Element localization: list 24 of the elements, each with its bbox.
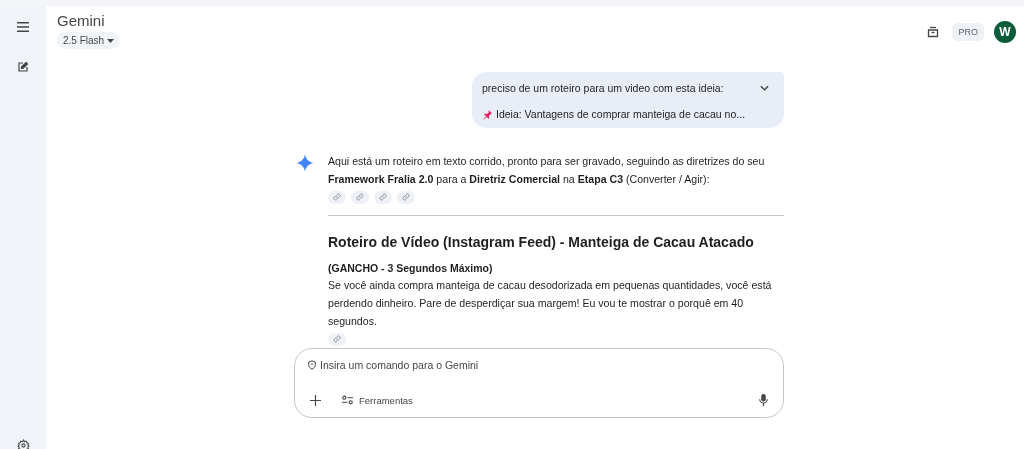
response-intro: Aqui está um roteiro em texto corrido, pronto para ser gravado, seguindo as diretrizes do seu Framework Fralia 2.0 para a Diretriz Comercial na Etapa C3 (Converter / Agir): [328, 155, 765, 185]
link-icon [356, 193, 364, 201]
plan-badge: PRO [952, 23, 984, 41]
message-text: preciso de um roteiro para um video com esta ideia: [482, 82, 725, 94]
menu-icon[interactable] [14, 19, 32, 35]
tools-button[interactable]: Ferramentas [338, 392, 417, 408]
model-selector[interactable]: 2.5 Flash [57, 32, 121, 49]
section-title: (GANCHO - 3 Segundos Máximo) [328, 261, 494, 276]
sparkle-icon [296, 154, 314, 172]
message-text: Ideia: Vantagens de comprar manteiga de cacau no... [496, 108, 747, 120]
section-text: Se você ainda compra manteiga de cacau desodorizada em pequenas quantidades, você está perdendo dinheiro. Pare de desperdiçar sua margem! Eu vou te mostrar o porquê em 40 segundos. [328, 279, 772, 327]
link-icon [333, 335, 341, 343]
prompt-box[interactable]: Insira um comando para o Gemini Ferramentas [294, 348, 784, 418]
user-avatar[interactable]: W [994, 21, 1016, 43]
link-icon [333, 193, 341, 201]
caret-icon [107, 38, 115, 43]
microphone-icon[interactable] [756, 391, 771, 409]
pushpin-icon [482, 108, 493, 120]
sliders-icon [342, 395, 353, 405]
shield-icon [307, 360, 317, 370]
app-title: Gemini [57, 12, 105, 29]
link-icon [379, 193, 387, 201]
link-icon [402, 193, 410, 201]
script-heading: Roteiro de Vídeo (Instagram Feed) - Manteiga de Cacau Atacado [328, 234, 755, 250]
